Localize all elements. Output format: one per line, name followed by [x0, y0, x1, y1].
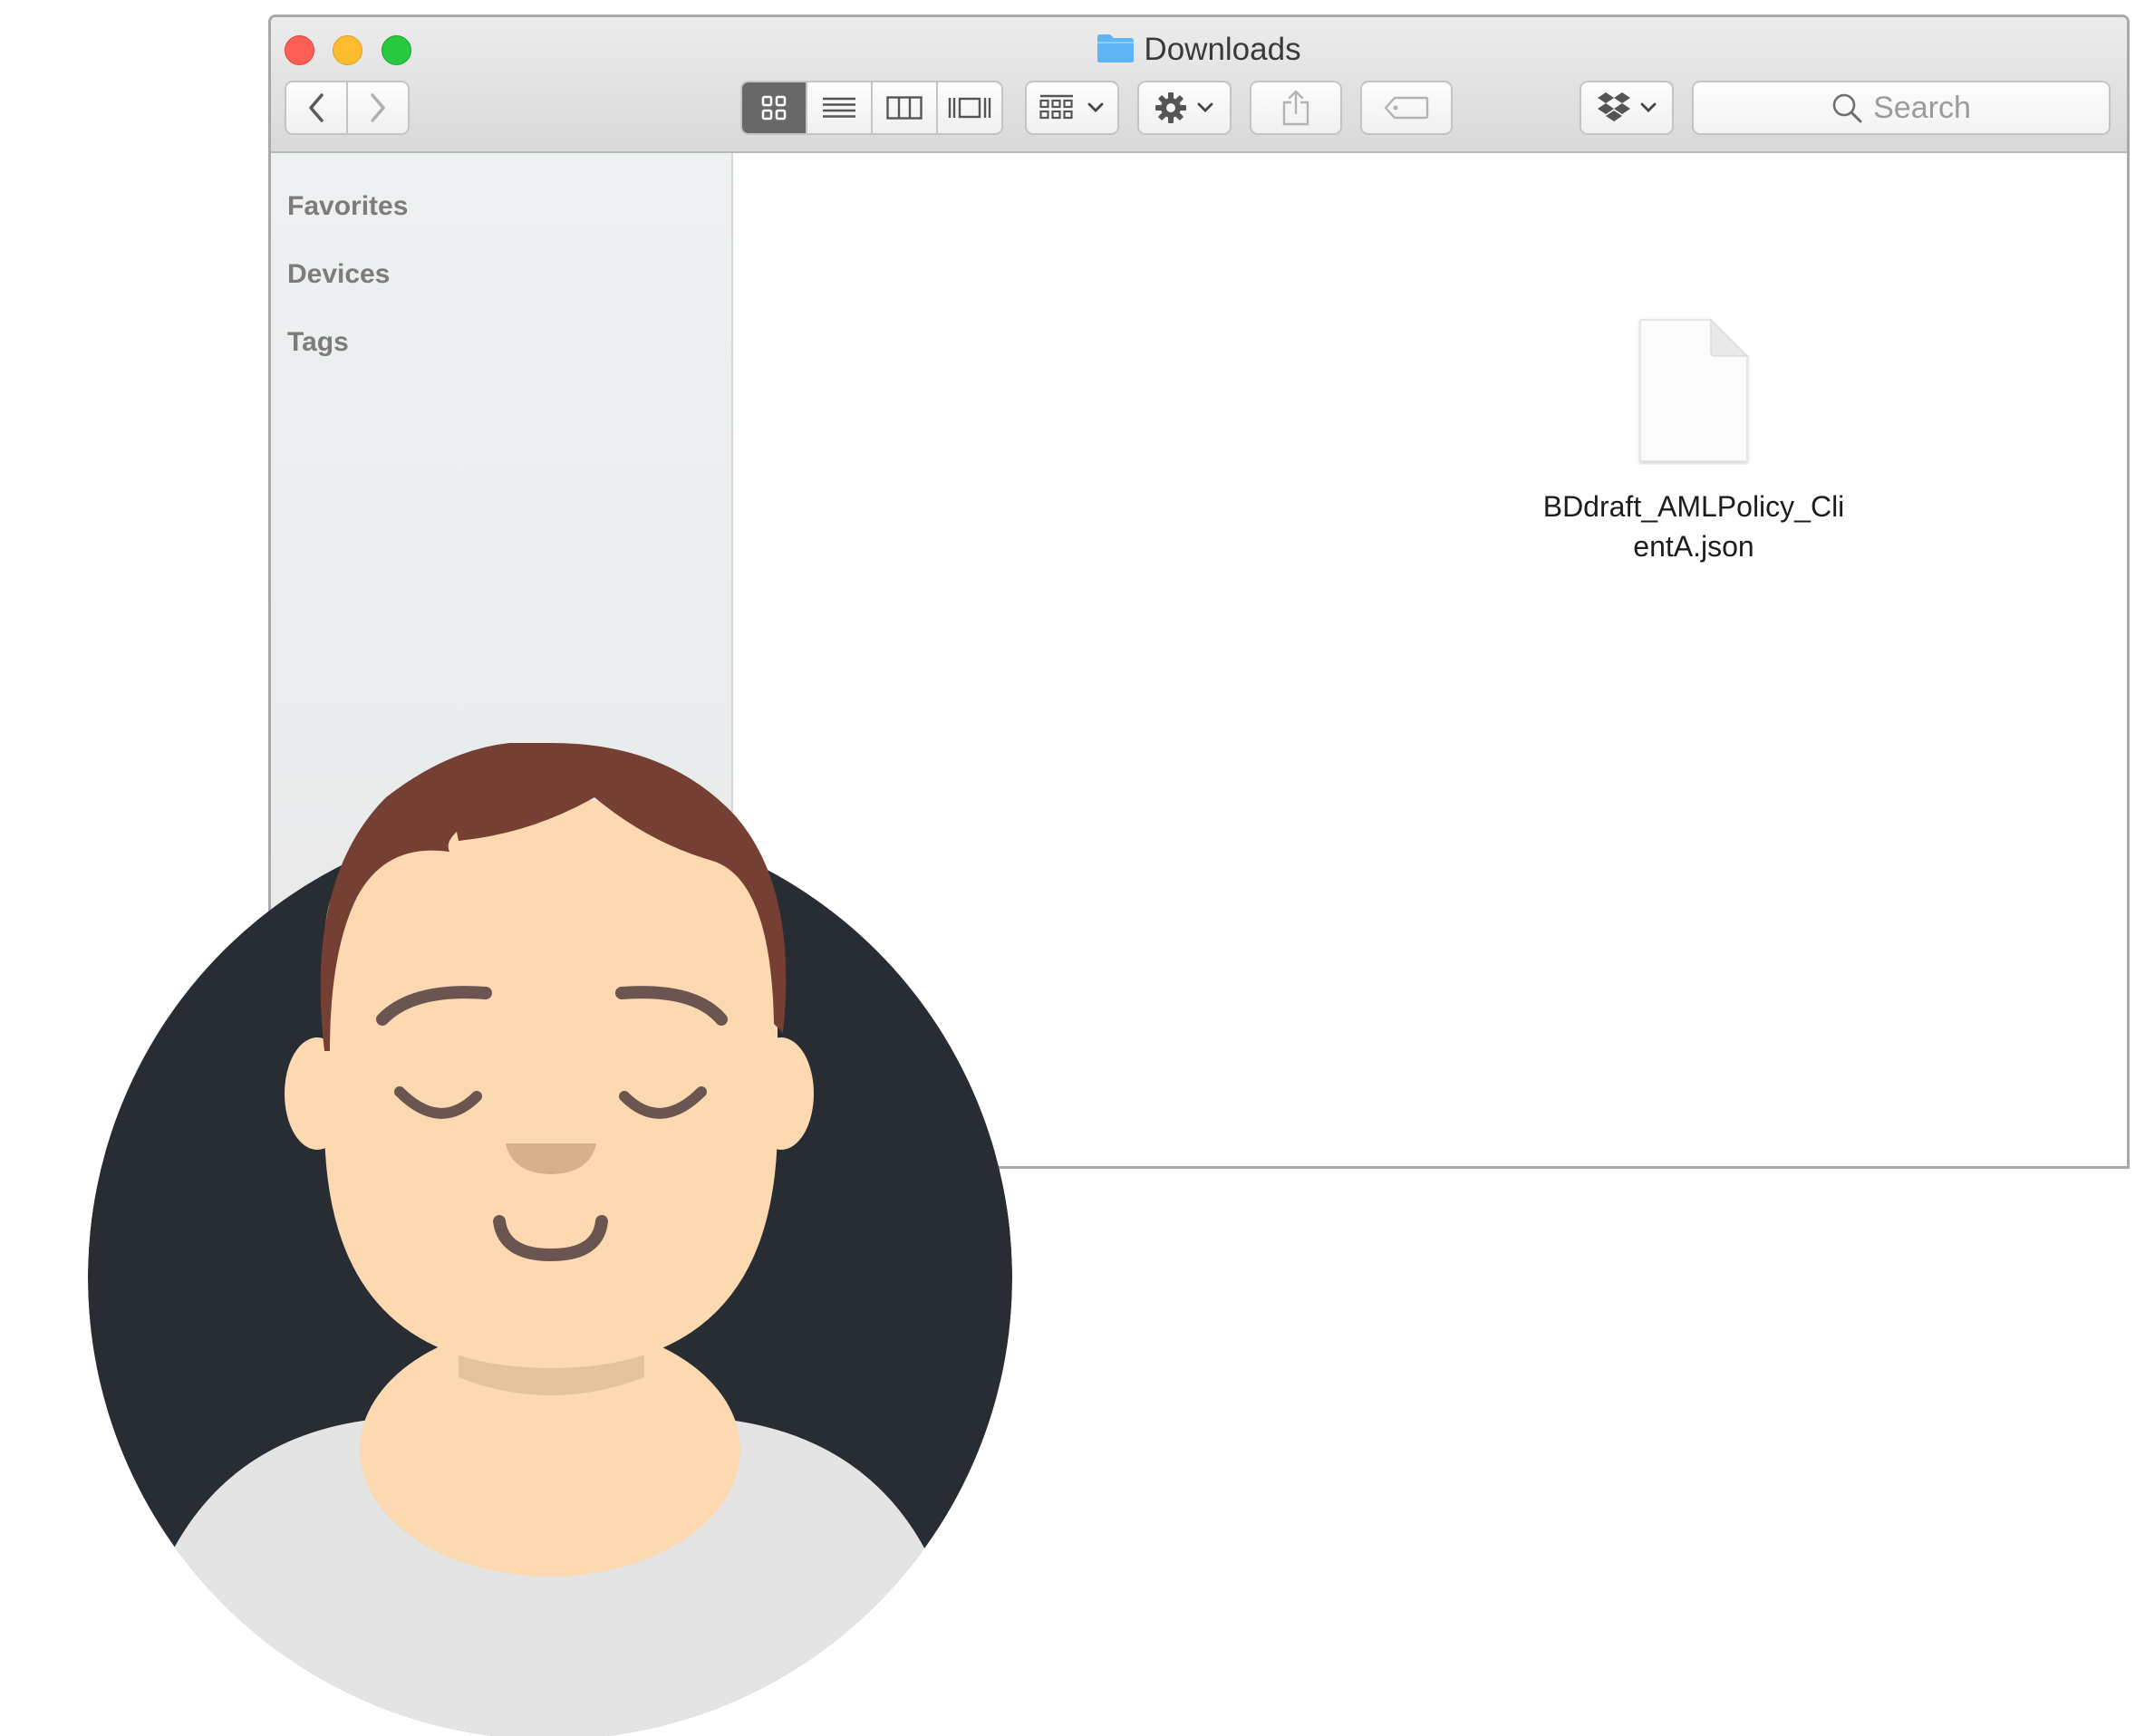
view-mode-group: [740, 81, 1003, 135]
sidebar-section-tags[interactable]: Tags: [287, 327, 349, 358]
document-icon: [1639, 318, 1749, 462]
back-button[interactable]: [286, 82, 346, 133]
sidebar-section-devices[interactable]: Devices: [287, 259, 390, 290]
chevron-right-icon: [371, 93, 385, 122]
gear-icon: [1155, 92, 1186, 123]
column-view-button[interactable]: [871, 82, 936, 133]
search-field[interactable]: Search: [1692, 81, 2111, 135]
dropbox-icon: [1598, 92, 1630, 121]
list-view-button[interactable]: [806, 82, 871, 133]
folder-icon: [1097, 33, 1135, 73]
forward-button[interactable]: [346, 82, 408, 133]
icon-view-button[interactable]: [742, 82, 806, 133]
list-view-icon: [823, 97, 855, 118]
sidebar-section-favorites[interactable]: Favorites: [287, 191, 408, 222]
dropbox-button[interactable]: [1580, 81, 1674, 135]
cover-flow-icon: [948, 97, 991, 119]
search-icon: [1832, 93, 1862, 123]
cover-flow-button[interactable]: [936, 82, 1001, 133]
arrange-button[interactable]: [1025, 81, 1119, 135]
file-name: BDdraft_AMLPolicy_ClientA.json: [1542, 490, 1845, 563]
window-title-text: Downloads: [1144, 32, 1301, 67]
search-placeholder: Search: [1873, 90, 1971, 125]
stage: Downloads Search Favorites Devices Tags …: [0, 0, 2145, 1736]
navigation-group: [285, 81, 410, 135]
column-view-icon: [886, 96, 923, 120]
share-button[interactable]: [1250, 81, 1342, 135]
file-item[interactable]: BDdraft_AMLPolicy_ClientA.json: [1540, 316, 1848, 566]
chevron-down-icon: [1640, 102, 1657, 112]
chevron-left-icon: [309, 93, 324, 122]
icon-view-icon: [761, 95, 787, 121]
tag-icon: [1384, 96, 1429, 120]
share-icon: [1282, 90, 1309, 126]
avatar-illustration: [88, 743, 1012, 1736]
window-title: Downloads: [271, 30, 2127, 73]
chevron-down-icon: [1087, 102, 1104, 112]
arrange-icon: [1039, 94, 1073, 120]
chevron-down-icon: [1197, 102, 1213, 112]
tag-button[interactable]: [1360, 81, 1453, 135]
titlebar: Downloads Search: [271, 17, 2127, 153]
action-menu-button[interactable]: [1137, 81, 1232, 135]
